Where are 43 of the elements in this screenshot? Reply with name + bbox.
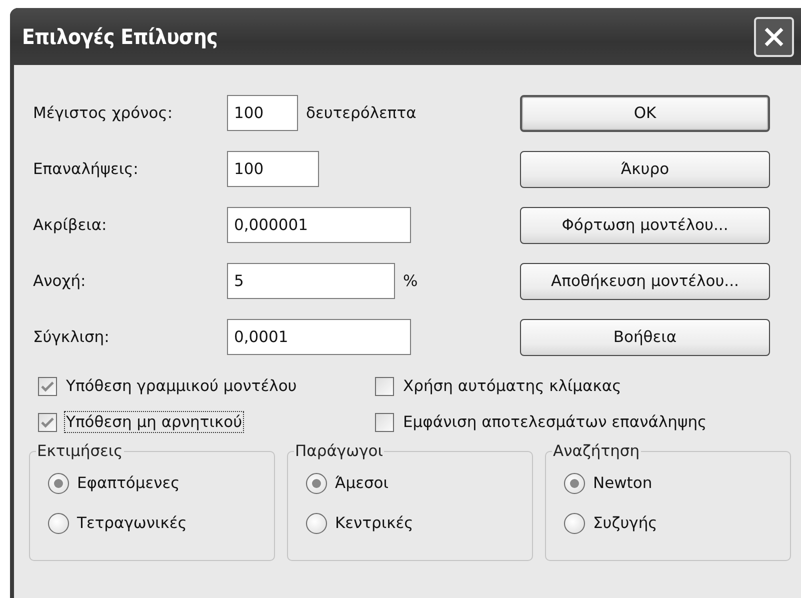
group-title: Εκτιμήσεις <box>36 442 124 460</box>
window-title: Επιλογές Επίλυσης <box>22 24 218 48</box>
radio-label: Άμεσοι <box>335 474 389 492</box>
checkbox[interactable] <box>38 376 57 396</box>
unit-label: δευτερόλεπτα <box>306 104 416 122</box>
radio-button[interactable] <box>564 472 585 494</box>
field-label: Ακρίβεια: <box>33 216 108 234</box>
checkbox-label: Χρήση αυτόματης κλίμακας <box>402 376 622 397</box>
checkbox[interactable] <box>375 412 394 432</box>
checkbox[interactable] <box>38 412 57 432</box>
checkbox-label: Εμφάνιση αποτελεσμάτων επανάληψης <box>402 412 708 433</box>
radio-label: Newton <box>593 474 652 492</box>
group-title: Αναζήτηση <box>552 442 641 460</box>
radio-label: Τετραγωνικές <box>77 514 187 532</box>
dialog-button[interactable]: OK <box>520 94 770 132</box>
checkbox-label: Υπόθεση μη αρνητικού <box>64 411 244 433</box>
radio-label: Κεντρικές <box>335 514 414 532</box>
dialog-button[interactable]: Βοήθεια <box>520 318 770 356</box>
radio-label: Εφαπτόμενες <box>77 474 180 492</box>
close-button[interactable] <box>754 16 794 56</box>
dialog-button[interactable]: Φόρτωση μοντέλου... <box>520 206 770 244</box>
dialog-button[interactable]: Αποθήκευση μοντέλου... <box>520 262 770 300</box>
input-field[interactable]: 0,0001 <box>227 319 411 355</box>
field-label: Σύγκλιση: <box>33 328 110 346</box>
checkbox-label: Υπόθεση γραμμικού μοντέλου <box>65 376 298 397</box>
radio-label: Συζυγής <box>593 514 658 532</box>
input-field[interactable]: 100 <box>227 95 298 131</box>
radio-button[interactable] <box>306 512 327 534</box>
radio-button[interactable] <box>48 512 69 534</box>
input-field[interactable]: 100 <box>227 151 319 187</box>
field-label: Μέγιστος χρόνος: <box>33 104 174 122</box>
field-label: Ανοχή: <box>33 272 87 290</box>
dialog-button[interactable]: Άκυρο <box>520 150 770 188</box>
radio-button[interactable] <box>306 472 327 494</box>
radio-button[interactable] <box>564 512 585 534</box>
group-title: Παράγωγοι <box>294 442 384 460</box>
input-field[interactable]: 5 <box>227 263 395 299</box>
checkbox[interactable] <box>375 376 394 396</box>
unit-label: % <box>403 272 418 290</box>
close-icon <box>763 26 785 48</box>
radio-button[interactable] <box>48 472 69 494</box>
field-label: Επαναλήψεις: <box>33 160 140 178</box>
input-field[interactable]: 0,000001 <box>227 207 411 243</box>
